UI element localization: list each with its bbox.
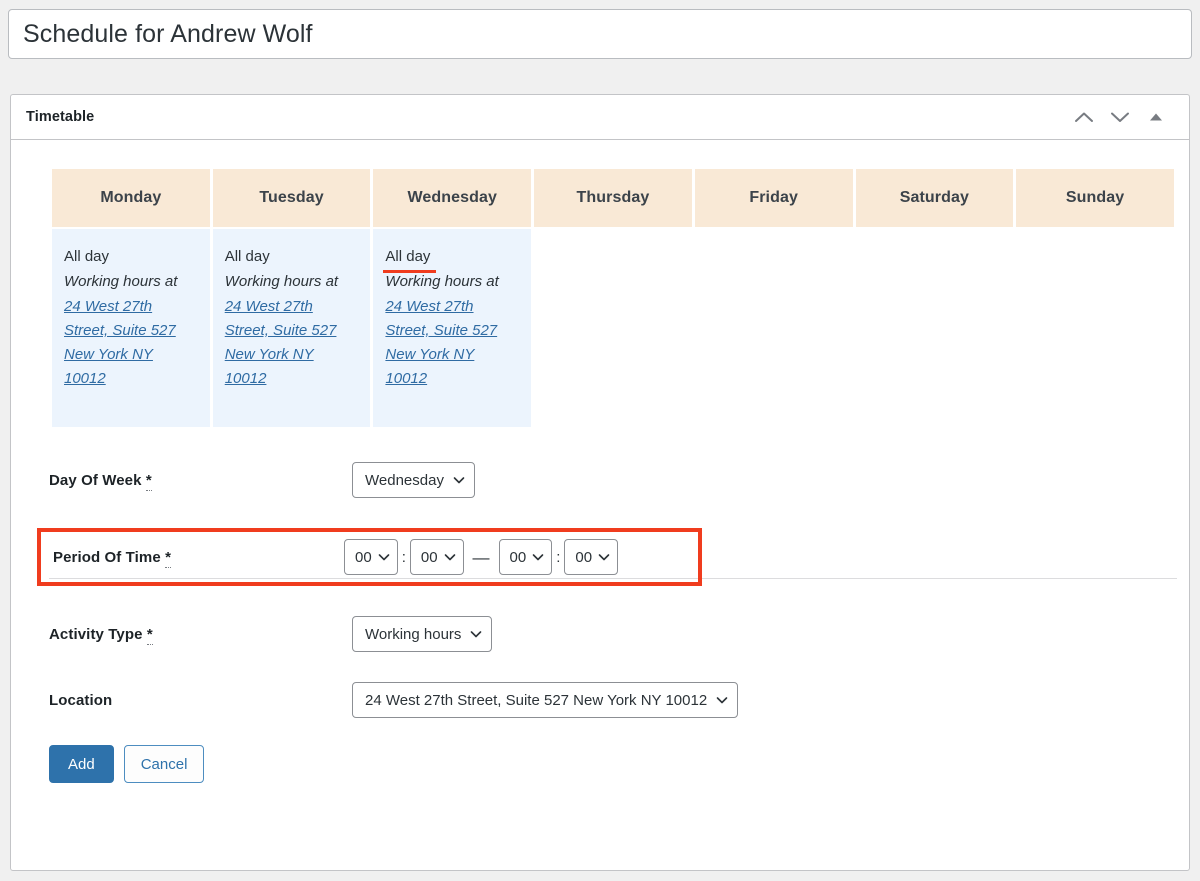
chevron-down-icon xyxy=(716,694,728,706)
period-start-minute-value: 00 xyxy=(421,549,438,566)
timetable-cell-friday[interactable] xyxy=(695,229,853,427)
cell-all-day-label-highlighted: All day xyxy=(385,245,430,269)
time-range-separator: — xyxy=(473,549,490,566)
chevron-down-icon xyxy=(444,551,456,563)
period-of-time-label: Period Of Time * xyxy=(53,549,344,566)
timetable-panel: Timetable Monday Tuesday Wednesday Thurs… xyxy=(10,94,1190,871)
cell-location-link[interactable]: 24 West 27th Street, Suite 527 New York … xyxy=(385,295,519,392)
schedule-form: Day Of Week * Wednesday Period Of Time *… xyxy=(11,462,1189,783)
timetable-cell-wednesday[interactable]: All day Working hours at 24 West 27th St… xyxy=(373,229,531,427)
timetable-column-header-saturday: Saturday xyxy=(856,169,1014,227)
period-end-minute-select[interactable]: 00 xyxy=(564,539,618,575)
period-of-time-label-text: Period Of Time xyxy=(53,549,161,566)
day-of-week-row: Day Of Week * Wednesday xyxy=(49,462,1189,498)
timetable-column-header-wednesday: Wednesday xyxy=(373,169,531,227)
timetable-column-header-monday: Monday xyxy=(52,169,210,227)
activity-type-label-text: Activity Type xyxy=(49,626,143,643)
time-separator-start: : xyxy=(402,550,406,565)
timetable-cell-thursday[interactable] xyxy=(534,229,692,427)
collapse-icon[interactable] xyxy=(1145,106,1167,128)
page-title: Schedule for Andrew Wolf xyxy=(23,20,313,49)
panel-header: Timetable xyxy=(11,95,1189,140)
timetable-cell-sunday[interactable] xyxy=(1016,229,1174,427)
timetable-cell-tuesday[interactable]: All day Working hours at 24 West 27th St… xyxy=(213,229,371,427)
timetable-cell-monday[interactable]: All day Working hours at 24 West 27th St… xyxy=(52,229,210,427)
period-end-hour-value: 00 xyxy=(510,549,527,566)
timetable-body-row: All day Working hours at 24 West 27th St… xyxy=(52,229,1174,427)
period-start-hour-value: 00 xyxy=(355,549,372,566)
activity-type-select[interactable]: Working hours xyxy=(352,616,492,652)
chevron-down-icon xyxy=(470,628,482,640)
required-marker[interactable]: * xyxy=(147,626,153,645)
timetable-cell-saturday[interactable] xyxy=(856,229,1014,427)
chevron-down-icon xyxy=(378,551,390,563)
cell-all-day-label: All day xyxy=(225,245,270,269)
day-of-week-value: Wednesday xyxy=(365,472,444,489)
cell-location-link[interactable]: 24 West 27th Street, Suite 527 New York … xyxy=(64,295,198,392)
spacer xyxy=(49,586,1189,616)
time-separator-end: : xyxy=(556,550,560,565)
timetable-column-header-tuesday: Tuesday xyxy=(213,169,371,227)
activity-type-value: Working hours xyxy=(365,626,461,643)
period-start-minute-select[interactable]: 00 xyxy=(410,539,464,575)
timetable-grid: Monday Tuesday Wednesday Thursday Friday… xyxy=(49,167,1177,429)
required-marker[interactable]: * xyxy=(146,472,152,491)
cell-activity-label: Working hours at xyxy=(385,270,519,294)
panel-title: Timetable xyxy=(26,109,94,125)
page-title-bar: Schedule for Andrew Wolf xyxy=(8,9,1192,59)
form-actions: Add Cancel xyxy=(49,745,1189,783)
chevron-down-icon xyxy=(453,474,465,486)
day-of-week-label: Day Of Week * xyxy=(49,472,352,489)
location-row: Location 24 West 27th Street, Suite 527 … xyxy=(49,682,1189,718)
timetable-column-header-friday: Friday xyxy=(695,169,853,227)
period-of-time-row-highlight: Period Of Time * 00 : 00 — 00 : xyxy=(37,528,702,586)
timetable-column-header-thursday: Thursday xyxy=(534,169,692,227)
period-end-minute-value: 00 xyxy=(575,549,592,566)
activity-type-row: Activity Type * Working hours xyxy=(49,616,1189,652)
move-up-icon[interactable] xyxy=(1073,106,1095,128)
day-of-week-label-text: Day Of Week xyxy=(49,472,142,489)
period-start-hour-select[interactable]: 00 xyxy=(344,539,398,575)
cell-all-day-label: All day xyxy=(64,245,109,269)
spacer xyxy=(49,652,1189,682)
timetable-column-header-sunday: Sunday xyxy=(1016,169,1174,227)
cell-activity-label: Working hours at xyxy=(64,270,198,294)
location-value: 24 West 27th Street, Suite 527 New York … xyxy=(365,692,707,709)
day-of-week-select[interactable]: Wednesday xyxy=(352,462,475,498)
add-button[interactable]: Add xyxy=(49,745,114,783)
cell-activity-label: Working hours at xyxy=(225,270,359,294)
spacer xyxy=(49,498,1189,528)
chevron-down-icon xyxy=(598,551,610,563)
activity-type-label: Activity Type * xyxy=(49,626,352,643)
location-select[interactable]: 24 West 27th Street, Suite 527 New York … xyxy=(352,682,738,718)
panel-body: Monday Tuesday Wednesday Thursday Friday… xyxy=(11,167,1189,783)
cell-location-link[interactable]: 24 West 27th Street, Suite 527 New York … xyxy=(225,295,359,392)
timetable-header-row: Monday Tuesday Wednesday Thursday Friday… xyxy=(52,169,1174,227)
required-marker[interactable]: * xyxy=(165,549,171,568)
location-label: Location xyxy=(49,692,352,709)
cancel-button[interactable]: Cancel xyxy=(124,745,205,783)
period-end-hour-select[interactable]: 00 xyxy=(499,539,553,575)
move-down-icon[interactable] xyxy=(1109,106,1131,128)
chevron-down-icon xyxy=(532,551,544,563)
panel-header-actions xyxy=(1073,106,1175,128)
